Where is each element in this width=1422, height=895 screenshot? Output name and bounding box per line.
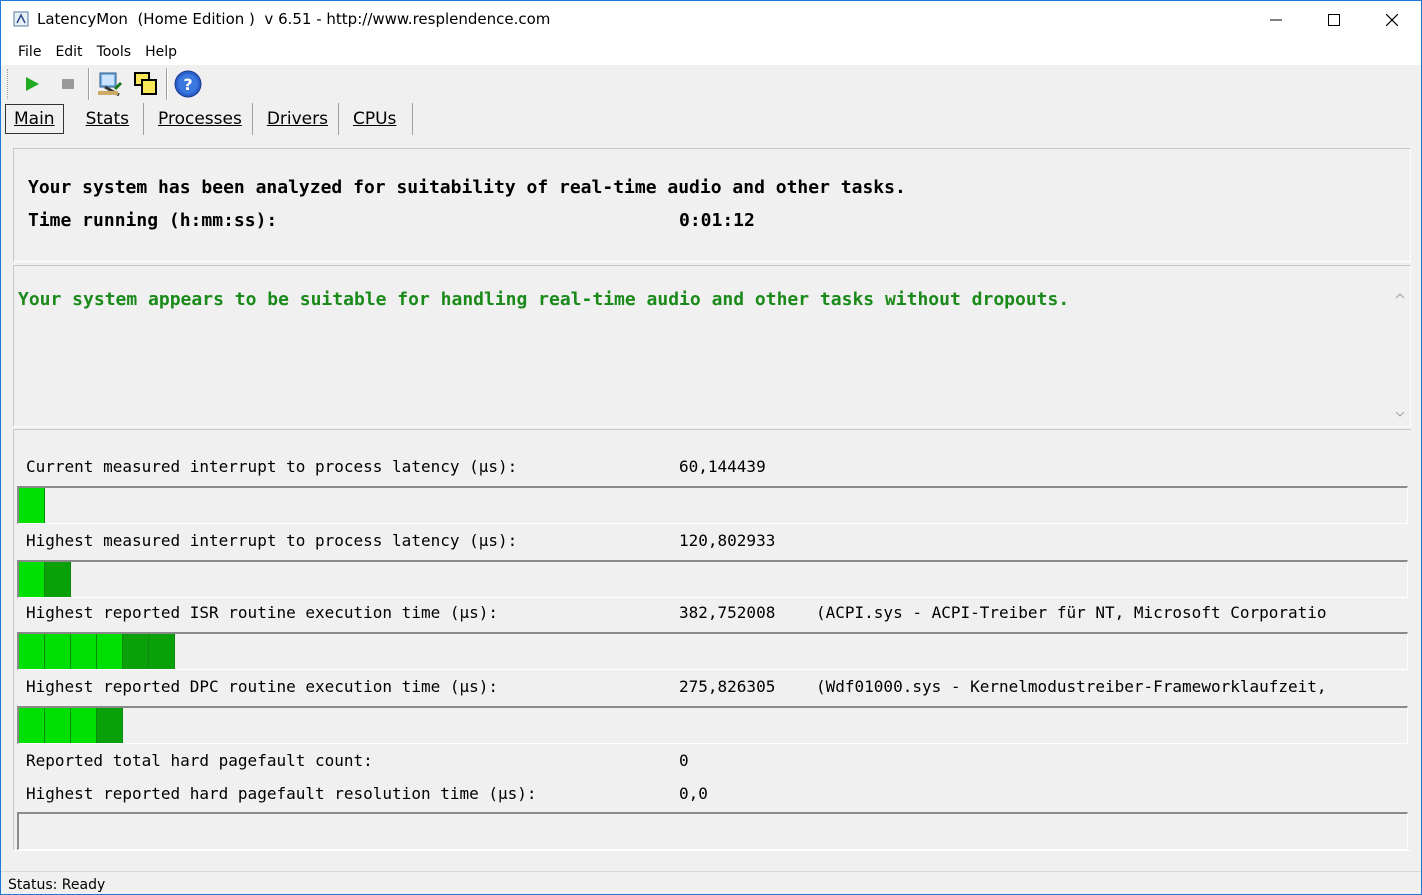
bar-segment [149, 634, 175, 669]
metric-value: 275,826305 [679, 677, 776, 696]
pagefault-bar [17, 812, 1408, 850]
kernel-debug-icon [98, 72, 123, 97]
tab-main[interactable]: Main [5, 104, 64, 134]
toolbar-separator [88, 68, 90, 100]
bar-segment [71, 708, 97, 743]
tab-processes-label: Processes [158, 109, 242, 129]
metric-value: 60,144439 [679, 457, 766, 476]
latency-bar [17, 632, 1408, 670]
latency-bar [17, 706, 1408, 744]
close-icon [1386, 14, 1398, 26]
toolbar-separator [166, 68, 168, 100]
maximize-button[interactable] [1305, 1, 1363, 39]
verdict-scrollbar[interactable] [1390, 286, 1410, 426]
svg-text:?: ? [183, 75, 192, 94]
metric-value: 0,0 [679, 784, 708, 803]
metric-detail: (ACPI.sys - ACPI-Treiber für NT, Microso… [816, 603, 1327, 622]
menu-file[interactable]: File [11, 39, 48, 65]
stop-button[interactable] [50, 67, 86, 101]
tab-drivers-label: Drivers [266, 109, 328, 129]
verdict-text: Your system appears to be suitable for h… [18, 289, 1070, 310]
minimize-icon [1270, 19, 1282, 21]
tab-stats[interactable]: Stats [72, 103, 144, 135]
metrics-panel: Current measured interrupt to process la… [13, 429, 1411, 851]
metric-label: Current measured interrupt to process la… [26, 457, 518, 476]
summary-panel: Your system has been analyzed for suitab… [13, 148, 1411, 262]
menu-bar: File Edit Tools Help [1, 39, 1421, 65]
start-button[interactable] [14, 67, 50, 101]
tab-cpus[interactable]: CPUs [339, 103, 414, 135]
verdict-panel: Your system appears to be suitable for h… [13, 265, 1411, 427]
status-bar: Status: Ready [1, 871, 1421, 894]
help-icon: ? [174, 70, 202, 98]
summary-text: Your system has been analyzed for suitab… [28, 177, 906, 198]
time-running-label: Time running (h:mm:ss): [28, 210, 278, 231]
latencymon-window: LatencyMon (Home Edition ) v 6.51 - http… [0, 0, 1422, 895]
tab-main-label: Main [14, 109, 55, 129]
metric-label: Reported total hard pagefault count: [26, 751, 373, 770]
app-icon [13, 11, 29, 27]
title-bar: LatencyMon (Home Edition ) v 6.51 - http… [1, 1, 1421, 39]
stop-icon [62, 79, 74, 89]
latency-bar [17, 486, 1408, 524]
menu-tools[interactable]: Tools [90, 39, 139, 65]
window-tool-button[interactable] [128, 67, 164, 101]
tab-bar: Main Stats Processes Drivers CPUs [5, 103, 414, 135]
tab-drivers[interactable]: Drivers [253, 103, 339, 135]
minimize-button[interactable] [1247, 1, 1305, 39]
bar-segment [97, 708, 123, 743]
time-running-value: 0:01:12 [679, 210, 755, 231]
help-button[interactable]: ? [170, 67, 206, 101]
tab-stats-label: Stats [85, 109, 129, 129]
maximize-icon [1328, 14, 1340, 26]
toolbar-grip [7, 69, 10, 99]
bar-segment [45, 562, 71, 597]
window-stack-icon [134, 72, 157, 95]
bar-segment [19, 634, 45, 669]
metric-label: Highest reported hard pagefault resoluti… [26, 784, 537, 803]
menu-edit[interactable]: Edit [48, 39, 89, 65]
kernel-tool-button[interactable] [92, 67, 128, 101]
latency-bar [17, 560, 1408, 598]
metric-label: Highest measured interrupt to process la… [26, 531, 518, 550]
bar-segment [45, 634, 71, 669]
bar-segment [19, 708, 45, 743]
bar-segment [123, 634, 149, 669]
metric-value: 120,802933 [679, 531, 776, 550]
metric-detail: (Wdf01000.sys - Kernelmodustreiber-Frame… [816, 677, 1327, 696]
bar-segment [71, 634, 97, 669]
scroll-arrows-icon [1395, 293, 1405, 417]
play-icon [26, 77, 39, 91]
metric-label: Highest reported ISR routine execution t… [26, 603, 499, 622]
close-button[interactable] [1363, 1, 1421, 39]
menu-help[interactable]: Help [138, 39, 184, 65]
bar-segment [45, 708, 71, 743]
window-title: LatencyMon (Home Edition ) v 6.51 - http… [37, 10, 551, 28]
metric-value: 382,752008 [679, 603, 776, 622]
tab-processes[interactable]: Processes [144, 103, 253, 135]
tab-cpus-label: CPUs [352, 109, 397, 129]
toolbar: ? [1, 65, 1421, 103]
bar-segment [19, 562, 45, 597]
status-text: Status: Ready [8, 877, 106, 893]
bar-segment [19, 488, 45, 523]
metric-label: Highest reported DPC routine execution t… [26, 677, 499, 696]
metric-value: 0 [679, 751, 689, 770]
bar-segment [97, 634, 123, 669]
